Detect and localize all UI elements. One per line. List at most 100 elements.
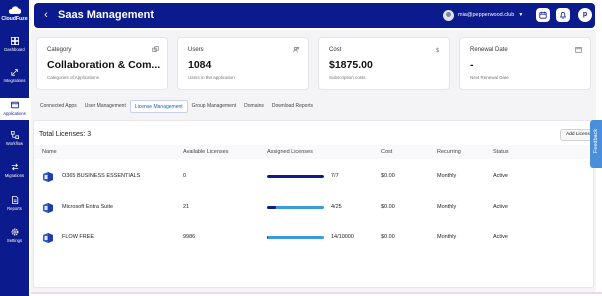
assigned-progress-fill [267,175,324,178]
tab-user-management[interactable]: User Management [81,100,130,113]
sidebar-item-label: Integrations [3,78,26,83]
calendar-icon [539,11,547,19]
users-card: Users 1084 Users in the application [177,37,309,90]
assigned-progress-bar [267,236,324,239]
license-status: Active [493,204,508,210]
card-subtitle: Categories of Applications [47,75,100,80]
card-label: Renewal Date [470,47,508,53]
total-licenses: Total Licenses: 3 [39,131,92,138]
column-header-name: Name [42,149,57,155]
card-value: 1084 [188,59,212,71]
table-row[interactable]: O365 BUSINESS ESSENTIALS 0 7/7 $0.00 Mon… [34,163,595,191]
tab-domains[interactable]: Domains [240,100,268,113]
sidebar-item-applications[interactable]: Applications [0,98,29,120]
table-row[interactable]: FLOW FREE 9986 14/10000 $0.00 Monthly Ac… [34,224,595,252]
table-row[interactable]: Microsoft Entra Suite 21 4/25 $0.00 Mont… [34,194,595,222]
sidebar-item-label: Migrations [4,173,25,178]
card-label: Cost [329,47,342,53]
calendar-icon [575,47,582,53]
migrations-icon [11,163,18,171]
sidebar-item-label: Dashboard [4,47,25,52]
column-header-status: Status [493,149,509,155]
license-status: Active [493,173,508,179]
tab-download-reports[interactable]: Download Reports [268,100,317,113]
license-cost: $0.00 [381,204,395,210]
page-title: Saas Management [58,9,154,21]
available-licenses: 21 [183,204,190,210]
assigned-licenses: 14/10000 [331,234,354,240]
sidebar-item-label: Settings [6,238,23,243]
card-label: Users [188,47,204,53]
sidebar-item-label: Applications [3,111,26,116]
license-recurring: Monthly [437,234,457,240]
sidebar-item-integrations[interactable]: Integrations [0,68,29,88]
assigned-progress-bar [267,206,324,209]
license-recurring: Monthly [437,173,457,179]
license-status: Active [493,234,508,240]
assigned-progress-bar [267,175,324,178]
avatar [443,9,454,21]
column-header-recurring: Recurring [437,149,461,155]
tab-bar: Connected Apps User Management License M… [36,100,317,113]
available-licenses: 0 [183,173,187,179]
dollar-icon: $ [436,47,440,53]
available-licenses: 9986 [183,234,196,240]
integrations-icon [10,69,18,76]
users-icon [293,46,300,53]
sidebar-item-label: Workflow [5,141,24,146]
card-value: Collaboration & Com... [47,59,161,71]
tab-connected-apps[interactable]: Connected Apps [36,100,81,113]
sidebar-item-reports[interactable]: Reports [0,196,29,216]
microsoft-365-icon [43,233,53,243]
back-icon[interactable]: ‹ [40,9,52,21]
microsoft-365-icon [43,203,53,213]
sidebar-item-settings[interactable]: Settings [0,228,29,248]
sidebar: CloudFuze Dashboard Integrations Applica… [0,0,29,296]
assigned-licenses: 4/25 [331,204,342,210]
dashboard-icon [10,37,19,45]
cloud-logo-icon [8,6,21,14]
sidebar-item-label: Reports [7,206,22,211]
assigned-progress-fill [267,236,269,239]
bell-icon [559,12,567,19]
license-table-panel: Total Licenses: 3 Add License Name Avail… [33,120,595,288]
applications-icon [10,101,19,109]
svg-text:$: $ [436,47,440,53]
sidebar-item-dashboard[interactable]: Dashboard [0,37,29,57]
tab-license-management[interactable]: License Management [129,100,188,113]
chevron-down-icon: ▼ [518,12,524,18]
sidebar-item-workflow[interactable]: Workflow [0,131,29,151]
card-label: Category [47,47,72,53]
license-cost: $0.00 [381,173,395,179]
column-header-available: Available Licenses [183,149,229,155]
workflow-icon [10,131,19,139]
feedback-label: Feedback [593,128,599,154]
reports-icon [11,196,18,204]
microsoft-365-icon [43,172,53,182]
card-value: - [470,59,474,71]
column-header-cost: Cost [381,149,393,155]
user-email: mia@pepperwood.club [458,12,515,18]
assigned-progress-fill [267,206,277,209]
brand-logo[interactable]: CloudFuze [0,6,29,22]
tab-group-management[interactable]: Group Management [188,100,240,113]
settings-icon [11,228,18,236]
brand-name: CloudFuze [1,16,28,22]
card-value: $1875.00 [329,59,373,71]
feedback-tab[interactable]: Feedback [590,120,602,168]
user-menu[interactable]: mia@pepperwood.club ▼ [443,9,523,21]
sidebar-item-migrations[interactable]: Migrations [0,163,29,183]
notifications-button[interactable] [556,8,570,22]
license-cost: $0.00 [381,234,395,240]
column-header-assigned: Assigned Licenses [267,149,313,155]
top-header: ‹ Saas Management mia@pepperwood.club ▼ … [34,3,595,28]
license-recurring: Monthly [437,204,457,210]
card-subtitle: Next Renewal Date [470,75,509,80]
cost-card: Cost $ $1875.00 Subscription costs [318,37,450,90]
main-content: Category Collaboration & Com... Categori… [31,30,596,292]
calendar-button[interactable] [536,8,550,22]
assigned-licenses: 7/7 [331,173,339,179]
card-subtitle: Users in the application [188,75,235,80]
profile-avatar[interactable]: p [578,8,592,22]
link-icon [152,46,159,52]
